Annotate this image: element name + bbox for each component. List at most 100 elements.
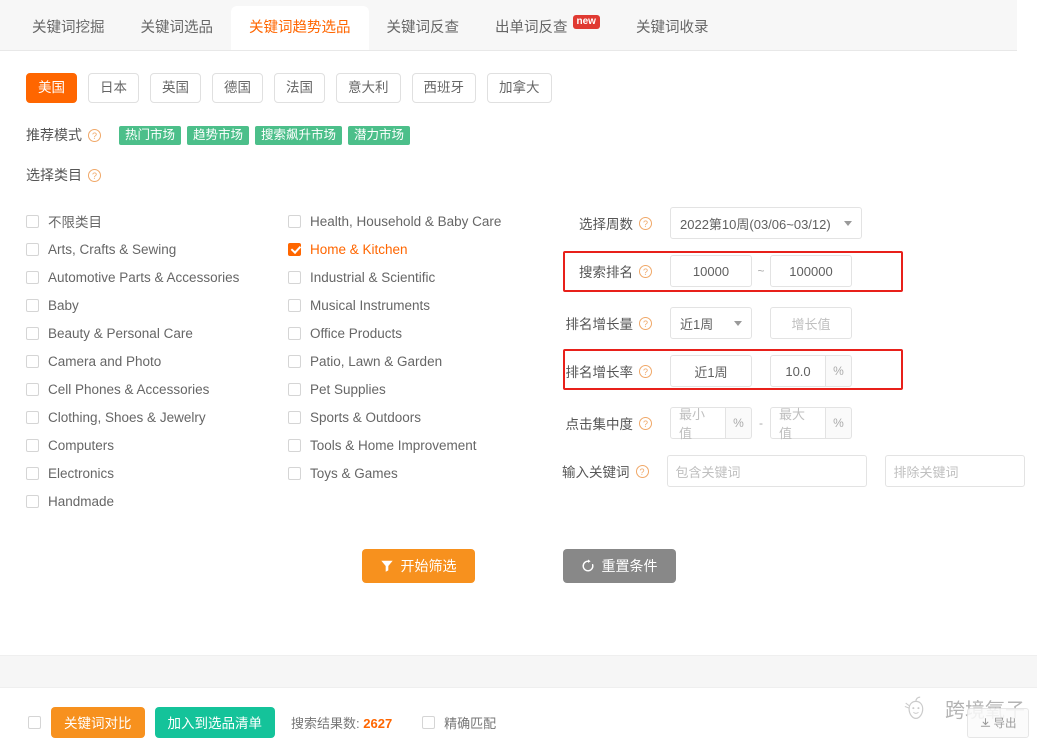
country-chip-de[interactable]: 德国 <box>212 73 263 103</box>
category-item-tools-home-improvement[interactable]: Tools & Home Improvement <box>288 431 550 459</box>
checkbox[interactable] <box>26 271 39 284</box>
exact-match-label: 精确匹配 <box>444 713 496 732</box>
checkbox[interactable] <box>26 495 39 508</box>
exclude-keywords-input[interactable]: 排除关键词 <box>885 455 1025 487</box>
keyword-compare-button[interactable]: 关键词对比 <box>51 707 145 738</box>
filter-control-rank-growth-amount: 近1周 增长值 <box>670 307 852 339</box>
start-filter-button[interactable]: 开始筛选 <box>362 549 475 583</box>
help-icon[interactable]: ? <box>639 417 652 430</box>
checkbox[interactable] <box>422 716 435 729</box>
checkbox[interactable] <box>26 411 39 424</box>
checkbox[interactable] <box>26 327 39 340</box>
checkbox[interactable] <box>26 243 39 256</box>
checkbox[interactable] <box>288 411 301 424</box>
country-chip-uk[interactable]: 英国 <box>150 73 201 103</box>
search-rank-max-input[interactable]: 100000 <box>770 255 852 287</box>
tab-keyword-indexing[interactable]: 关键词收录 <box>618 6 727 50</box>
country-chip-es[interactable]: 西班牙 <box>412 73 477 103</box>
tab-keyword-mining[interactable]: 关键词挖掘 <box>14 6 123 50</box>
help-icon[interactable]: ? <box>639 217 652 230</box>
click-concentration-max-input[interactable]: 最大值 <box>770 407 826 439</box>
category-item-industrial-scientific[interactable]: Industrial & Scientific <box>288 263 550 291</box>
checkbox[interactable] <box>26 439 39 452</box>
select-all-checkbox[interactable] <box>28 716 41 729</box>
category-item-office-products[interactable]: Office Products <box>288 319 550 347</box>
category-item-toys-games[interactable]: Toys & Games <box>288 459 550 487</box>
category-item-pet-supplies[interactable]: Pet Supplies <box>288 375 550 403</box>
help-icon[interactable]: ? <box>88 129 101 142</box>
main-tab-bar: 关键词挖掘 关键词选品 关键词趋势选品 关键词反查 出单词反查 new 关键词收… <box>0 0 1027 51</box>
tab-keyword-trend-selection[interactable]: 关键词趋势选品 <box>231 6 369 50</box>
category-item-computers[interactable]: Computers <box>26 431 288 459</box>
checkbox[interactable] <box>288 299 301 312</box>
mode-tag-potential-market[interactable]: 潜力市场 <box>348 126 410 145</box>
category-item-patio-lawn-garden[interactable]: Patio, Lawn & Garden <box>288 347 550 375</box>
checkbox[interactable] <box>26 355 39 368</box>
week-select[interactable]: 2022第10周(03/06~03/12) <box>670 207 862 239</box>
result-label: 搜索结果数: <box>291 716 360 731</box>
category-item-unlimited[interactable]: 不限类目 <box>26 207 288 235</box>
category-item-baby[interactable]: Baby <box>26 291 288 319</box>
checkbox[interactable] <box>26 299 39 312</box>
category-item-beauty-personal-care[interactable]: Beauty & Personal Care <box>26 319 288 347</box>
rank-growth-rate-period-select[interactable]: 近1周 <box>670 355 752 387</box>
tab-label: 关键词挖掘 <box>32 6 105 50</box>
category-item-label: Patio, Lawn & Garden <box>310 354 442 369</box>
country-chip-ca[interactable]: 加拿大 <box>487 73 552 103</box>
checkbox[interactable] <box>26 215 39 228</box>
mode-tag-search-surge-market[interactable]: 搜索飙升市场 <box>255 126 342 145</box>
help-icon[interactable]: ? <box>639 265 652 278</box>
mode-tag-trend-market[interactable]: 趋势市场 <box>187 126 249 145</box>
checkbox[interactable] <box>288 271 301 284</box>
checkbox[interactable] <box>288 215 301 228</box>
click-concentration-min-input[interactable]: 最小值 <box>670 407 726 439</box>
tab-keyword-selection[interactable]: 关键词选品 <box>123 6 232 50</box>
period-value: 近1周 <box>680 314 713 333</box>
add-to-selection-list-button[interactable]: 加入到选品清单 <box>155 707 276 738</box>
checkbox[interactable] <box>26 383 39 396</box>
export-floating-button[interactable]: 导出 <box>967 708 1029 738</box>
category-item-clothing-shoes-jewelry[interactable]: Clothing, Shoes & Jewelry <box>26 403 288 431</box>
checkbox[interactable] <box>288 439 301 452</box>
country-chip-fr[interactable]: 法国 <box>274 73 325 103</box>
help-icon[interactable]: ? <box>88 169 101 182</box>
tab-keyword-reverse-lookup[interactable]: 关键词反查 <box>369 6 478 50</box>
category-item-sports-outdoors[interactable]: Sports & Outdoors <box>288 403 550 431</box>
help-icon[interactable]: ? <box>639 317 652 330</box>
category-item-handmade[interactable]: Handmade <box>26 487 288 515</box>
mode-tag-hot-market[interactable]: 热门市场 <box>119 126 181 145</box>
category-item-label: Computers <box>48 438 114 453</box>
category-checkbox-grid: 不限类目 Arts, Crafts & Sewing Automotive Pa… <box>0 207 550 515</box>
tab-order-word-reverse-lookup[interactable]: 出单词反查 new <box>477 6 618 50</box>
checkbox-checked[interactable] <box>288 243 301 256</box>
checkbox[interactable] <box>26 467 39 480</box>
rank-growth-amount-period-select[interactable]: 近1周 <box>670 307 752 339</box>
rank-growth-amount-input[interactable]: 增长值 <box>770 307 852 339</box>
category-item-camera-and-photo[interactable]: Camera and Photo <box>26 347 288 375</box>
category-item-health-household[interactable]: Health, Household & Baby Care <box>288 207 550 235</box>
exact-match-toggle[interactable]: 精确匹配 <box>422 713 496 732</box>
category-item-cell-phones[interactable]: Cell Phones & Accessories <box>26 375 288 403</box>
checkbox[interactable] <box>288 327 301 340</box>
checkbox[interactable] <box>288 355 301 368</box>
checkbox[interactable] <box>288 383 301 396</box>
country-selector: 美国 日本 英国 德国 法国 意大利 西班牙 加拿大 <box>0 51 1037 103</box>
category-item-arts-crafts-sewing[interactable]: Arts, Crafts & Sewing <box>26 235 288 263</box>
help-icon[interactable]: ? <box>636 465 649 478</box>
search-rank-min-input[interactable]: 10000 <box>670 255 752 287</box>
checkbox[interactable] <box>288 467 301 480</box>
category-item-electronics[interactable]: Electronics <box>26 459 288 487</box>
country-chip-us[interactable]: 美国 <box>26 73 77 103</box>
include-keywords-input[interactable]: 包含关键词 <box>667 455 867 487</box>
category-item-musical-instruments[interactable]: Musical Instruments <box>288 291 550 319</box>
country-chip-jp[interactable]: 日本 <box>88 73 139 103</box>
reset-conditions-button[interactable]: 重置条件 <box>563 549 676 583</box>
help-icon[interactable]: ? <box>639 365 652 378</box>
category-item-automotive-parts[interactable]: Automotive Parts & Accessories <box>26 263 288 291</box>
rank-growth-rate-input[interactable]: 10.0 <box>770 355 826 387</box>
label-text: 选择周数 <box>579 213 633 233</box>
recommend-mode-tags: 热门市场 趋势市场 搜索飙升市场 潜力市场 <box>119 126 410 145</box>
category-item-label: Arts, Crafts & Sewing <box>48 242 176 257</box>
category-item-home-kitchen[interactable]: Home & Kitchen <box>288 235 550 263</box>
country-chip-it[interactable]: 意大利 <box>336 73 401 103</box>
